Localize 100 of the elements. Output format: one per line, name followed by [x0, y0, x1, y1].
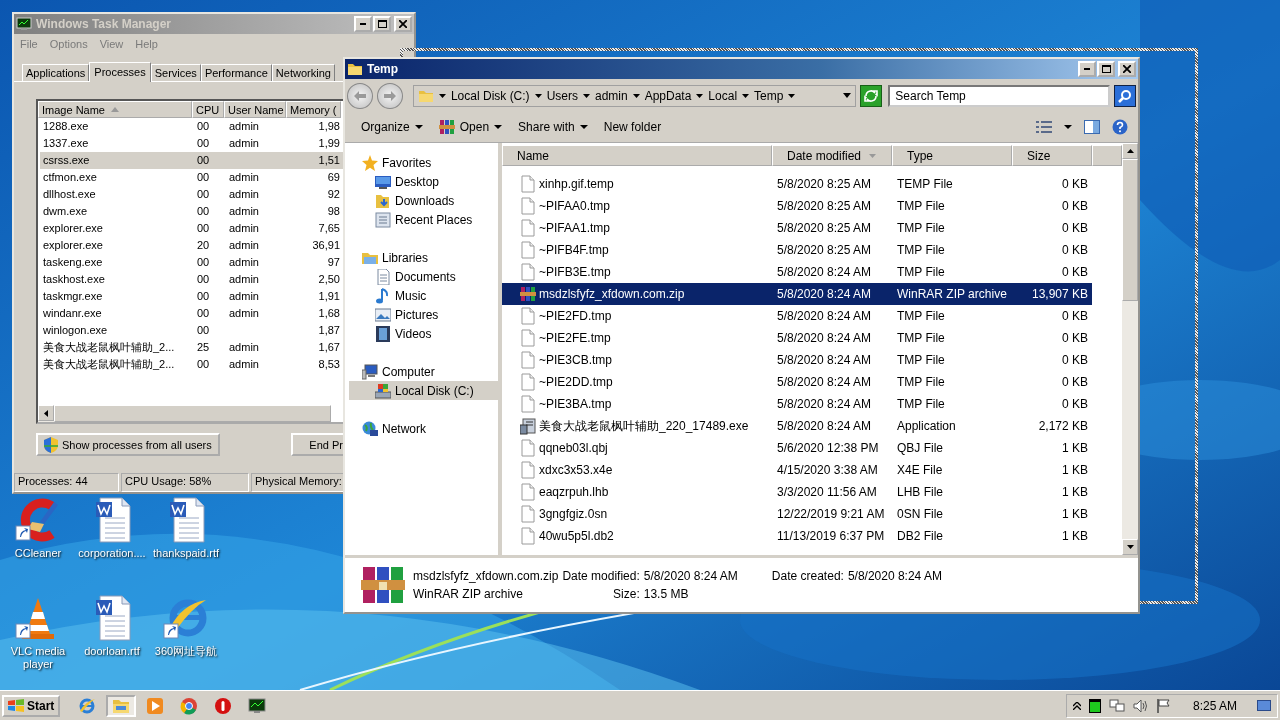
process-row[interactable]: ctfmon.exe 00 admin 69	[40, 169, 343, 186]
maximize-button[interactable]	[373, 16, 391, 32]
table-cell-text: 00	[196, 170, 211, 185]
table-cell-text: taskhost.exe	[42, 272, 106, 287]
process-row[interactable]: explorer.exe 20 admin 36,91	[40, 237, 343, 254]
refresh-button[interactable]	[860, 84, 883, 107]
search-icon	[1118, 88, 1132, 103]
file-row[interactable]: ~PIE3CB.tmp 5/8/2020 8:24 AM TMP File 0 KB	[502, 349, 1092, 372]
file-row[interactable]: ~PIFAA0.tmp 5/8/2020 8:25 AM TMP File 0 KB	[502, 195, 1092, 218]
start-button[interactable]: Start	[2, 694, 61, 717]
toolbar-button[interactable]: Share with	[512, 118, 594, 137]
play-icon	[146, 696, 165, 715]
maximize-button[interactable]	[1097, 60, 1115, 77]
network-icon	[1108, 698, 1125, 713]
tab[interactable]: Processes	[89, 62, 151, 82]
process-row[interactable]: dwm.exe 00 admin 98	[40, 203, 343, 220]
file-row[interactable]: ~PIFB4F.tmp 5/8/2020 8:25 AM TMP File 0 KB	[502, 239, 1092, 262]
file-row[interactable]: ~PIFAA1.tmp 5/8/2020 8:25 AM TMP File 0 KB	[502, 217, 1092, 240]
nav-item[interactable]: Music	[349, 286, 498, 306]
tab[interactable]: Networking	[271, 64, 335, 81]
scroll-thumb[interactable]	[1122, 159, 1138, 302]
show-processes-button[interactable]: Show processes from all users	[36, 433, 220, 456]
process-row[interactable]: taskmgr.exe 00 admin 1,91	[40, 288, 343, 305]
file-name: ~PIE2FD.tmp	[539, 309, 612, 324]
nav-item[interactable]: Local Disk (C:)	[349, 381, 498, 401]
file-row[interactable]: ~PIE3BA.tmp 5/8/2020 8:24 AM TMP File 0 KB	[502, 393, 1092, 416]
process-row[interactable]: windanr.exe 00 admin 1,68	[40, 305, 343, 322]
tab[interactable]: Applications	[22, 64, 90, 81]
search-button[interactable]	[1114, 84, 1136, 107]
minimize-icon	[1084, 67, 1090, 70]
file-row[interactable]: ~PIE2FD.tmp 5/8/2020 8:24 AM TMP File 0 KB	[502, 305, 1092, 328]
column-header[interactable]: Name	[502, 145, 772, 167]
nav-item[interactable]: Libraries	[349, 248, 498, 268]
nav-item[interactable]: Recent Places	[349, 210, 498, 230]
nav-item[interactable]: Videos	[349, 324, 498, 344]
process-row[interactable]: 1337.exe 00 admin 1,99	[40, 135, 343, 152]
file-row[interactable]: 40wu5p5l.db2 11/13/2019 6:37 PM DB2 File 1 KB	[502, 525, 1092, 548]
file-icon	[520, 439, 536, 458]
nav-item[interactable]: Desktop	[349, 172, 498, 192]
process-row[interactable]: 美食大战老鼠枫叶辅助_2... 00 admin 8,53	[40, 356, 343, 373]
file-icon	[520, 505, 536, 524]
file-row[interactable]: msdzlsfyfz_xfdown.com.zip 5/8/2020 8:24 AM WinRAR ZIP archive 13,907 KB	[502, 283, 1092, 306]
breadcrumb-link[interactable]: Local Disk (C:)	[450, 88, 530, 103]
process-row[interactable]: 美食大战老鼠枫叶辅助_2... 25 admin 1,67	[40, 339, 343, 356]
column-header[interactable]: Size	[1012, 145, 1092, 167]
nav-item[interactable]: Downloads	[349, 191, 498, 211]
tab[interactable]: Services	[150, 64, 201, 81]
process-row[interactable]: dllhost.exe 00 admin 92	[40, 186, 343, 203]
column-header[interactable]: User Name	[224, 101, 286, 118]
table-cell-text: 0 KB	[1061, 243, 1089, 258]
process-row[interactable]: taskeng.exe 00 admin 97	[40, 254, 343, 271]
toolbar-button[interactable]: New folder	[597, 118, 668, 137]
column-header[interactable]: Type	[892, 145, 1012, 167]
close-button[interactable]	[394, 16, 412, 32]
field-label: Date created:	[771, 569, 844, 584]
breadcrumb-link[interactable]: admin	[594, 88, 628, 103]
process-row[interactable]: winlogon.exe 00 1,87	[40, 322, 343, 339]
breadcrumb-link[interactable]: Users	[546, 88, 578, 103]
file-row[interactable]: ~PIFB3E.tmp 5/8/2020 8:24 AM TMP File 0 KB	[502, 261, 1092, 284]
file-row[interactable]: xinhp.gif.temp 5/8/2020 8:25 AM TEMP File 0 KB	[502, 173, 1092, 196]
search-field[interactable]: Search Temp	[888, 84, 1111, 107]
file-row[interactable]: xdxc3x53.x4e 4/15/2020 3:38 AM X4E File 1 KB	[502, 459, 1092, 482]
process-row[interactable]: 1288.exe 00 admin 1,98	[40, 118, 343, 135]
breadcrumb-link[interactable]: Temp	[754, 88, 784, 103]
table-cell-text: admin	[228, 289, 260, 304]
toolbar-button[interactable]: Organize	[355, 118, 429, 137]
clock[interactable]: 8:25 AM	[1192, 698, 1237, 713]
end-process-button[interactable]: End Pr	[291, 433, 345, 456]
tab[interactable]: Performance	[200, 64, 272, 81]
table-cell-text: 00	[196, 272, 211, 287]
file-row[interactable]: ~PIE2FE.tmp 5/8/2020 8:24 AM TMP File 0 KB	[502, 327, 1092, 350]
minimize-button[interactable]	[354, 16, 372, 32]
minimize-button[interactable]	[1078, 60, 1096, 77]
column-header[interactable]: Date modified	[772, 145, 892, 167]
nav-item[interactable]: Computer	[349, 362, 498, 382]
breadcrumb-link[interactable]: Local	[708, 88, 738, 103]
file-row[interactable]: 美食大战老鼠枫叶辅助_220_17489.exe 5/8/2020 8:24 AM Application 2,172 KB	[502, 415, 1092, 438]
forward-button[interactable]	[376, 82, 403, 109]
toolbar-button[interactable]: Open	[432, 117, 509, 138]
column-header[interactable]: Memory (	[286, 101, 341, 118]
column-header[interactable]: CPU	[192, 101, 224, 118]
scrollbar[interactable]	[1122, 143, 1138, 556]
nav-item[interactable]: Favorites	[349, 153, 498, 173]
nav-item[interactable]: Documents	[349, 267, 498, 287]
table-cell-text: 7,65	[317, 221, 341, 236]
nav-item[interactable]: Network	[349, 419, 498, 439]
close-button[interactable]	[1118, 60, 1136, 77]
address-bar[interactable]: Local Disk (C:) Users admin AppData Local Temp	[412, 84, 857, 107]
file-row[interactable]: qqneb03l.qbj 5/6/2020 12:38 PM QBJ File 1 KB	[502, 437, 1092, 460]
process-row[interactable]: explorer.exe 00 admin 7,65	[40, 220, 343, 237]
table-cell-text: 5/6/2020 12:38 PM	[776, 441, 880, 456]
nav-item[interactable]: Pictures	[349, 305, 498, 325]
back-button[interactable]	[347, 82, 373, 109]
process-row[interactable]: csrss.exe 00 1,51	[40, 152, 343, 169]
file-row[interactable]: eaqzrpuh.lhb 3/3/2020 11:56 AM LHB File 1 KB	[502, 481, 1092, 504]
breadcrumb-link[interactable]: AppData	[644, 88, 692, 103]
file-row[interactable]: 3gngfgiz.0sn 12/22/2019 9:21 AM 0SN File 1 KB	[502, 503, 1092, 526]
process-row[interactable]: taskhost.exe 00 admin 2,50	[40, 271, 343, 288]
file-row[interactable]: ~PIE2DD.tmp 5/8/2020 8:24 AM TMP File 0 KB	[502, 371, 1092, 394]
column-header[interactable]: Image Name	[38, 101, 192, 118]
